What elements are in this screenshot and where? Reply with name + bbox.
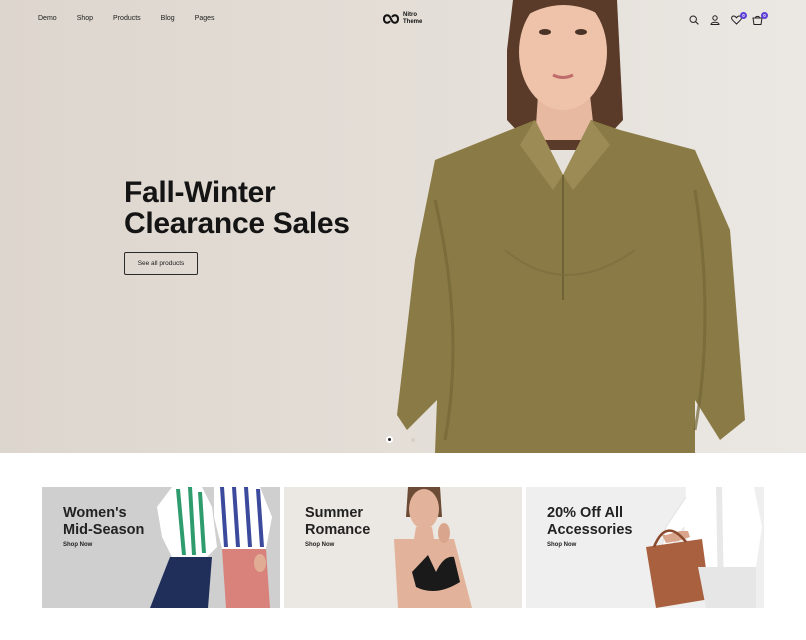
promo-image-womens (142, 487, 280, 608)
promo-shop-now-link[interactable]: Shop Now (305, 542, 334, 548)
top-navigation: Demo Shop Products Blog Pages Nitro Them… (0, 0, 806, 40)
cart-button[interactable]: 0 (752, 12, 773, 27)
see-all-products-button[interactable]: See all products (124, 252, 198, 275)
slider-dot-2[interactable] (411, 437, 415, 442)
logo-text: Nitro Theme (403, 12, 423, 25)
search-button[interactable] (689, 13, 710, 27)
hero-title: Fall-Winter Clearance Sales (124, 176, 350, 240)
promo-card-summer[interactable]: Summer Romance Shop Now (284, 487, 522, 608)
nav-link-blog[interactable]: Blog (161, 15, 175, 22)
nav-link-demo[interactable]: Demo (38, 15, 57, 22)
promo-image-summer (384, 487, 522, 608)
nav-links: Demo Shop Products Blog Pages (38, 15, 215, 22)
user-icon (710, 15, 720, 25)
logo-mark-icon (383, 13, 400, 24)
promo-card-accessories[interactable]: 20% Off All Accessories Shop Now (526, 487, 764, 608)
search-icon (689, 15, 699, 25)
promo-title-summer: Summer Romance (305, 505, 371, 538)
cart-count-badge: 0 (761, 12, 768, 19)
promo-shop-now-link[interactable]: Shop Now (547, 542, 576, 548)
wishlist-button[interactable]: 0 (731, 12, 752, 27)
promo-title-womens: Women's Mid-Season (63, 505, 145, 538)
promo-card-womens[interactable]: Women's Mid-Season Shop Now (42, 487, 280, 608)
logo[interactable]: Nitro Theme (382, 12, 422, 25)
account-button[interactable] (710, 13, 731, 27)
promo-title-accessories: 20% Off All Accessories (547, 505, 633, 538)
nav-link-pages[interactable]: Pages (195, 15, 215, 22)
slider-pagination (386, 436, 415, 443)
wishlist-count-badge: 0 (740, 12, 747, 19)
header-actions: 0 0 (689, 12, 773, 27)
promo-image-accessories (626, 487, 764, 608)
hero-model-image (397, 0, 745, 453)
promo-shop-now-link[interactable]: Shop Now (63, 542, 92, 548)
slider-dot-1[interactable] (386, 436, 393, 443)
nav-link-products[interactable]: Products (113, 15, 141, 22)
hero-banner: Demo Shop Products Blog Pages Nitro Them… (0, 0, 806, 453)
nav-link-shop[interactable]: Shop (77, 15, 93, 22)
